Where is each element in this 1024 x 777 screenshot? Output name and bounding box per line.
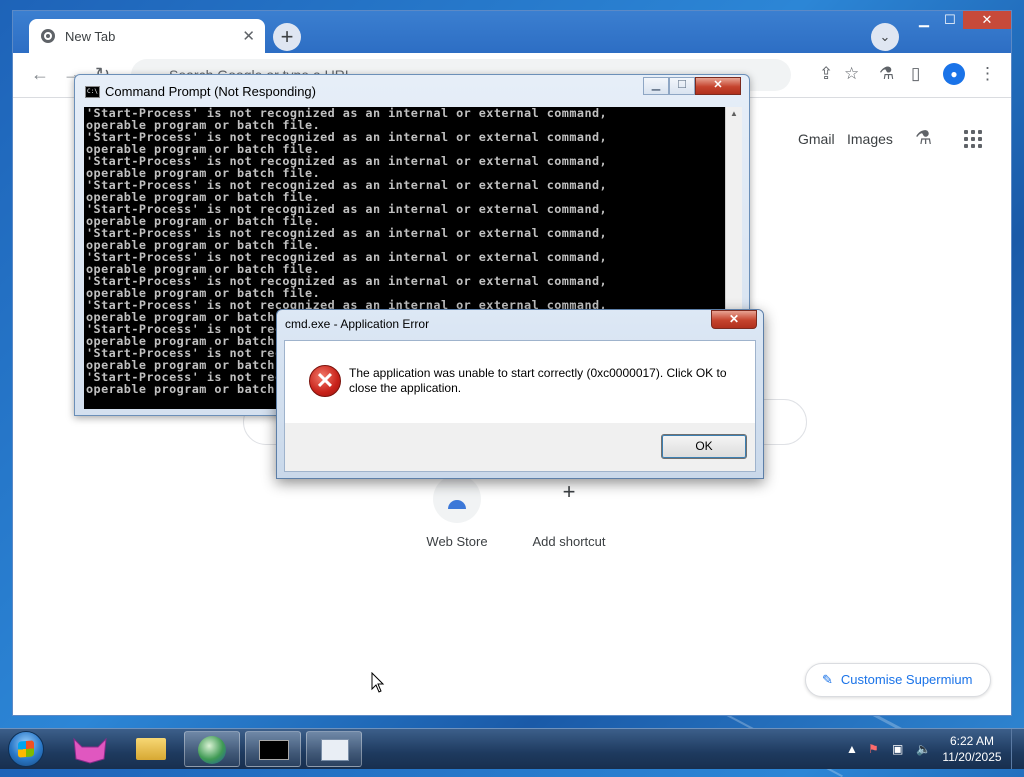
web-store-icon: [448, 499, 466, 509]
clock-date[interactable]: 11/20/2025: [932, 750, 1012, 764]
minimize-button[interactable]: ▁: [643, 77, 669, 95]
cmd-icon: C:\: [85, 86, 100, 98]
gmail-link[interactable]: Gmail: [798, 131, 835, 147]
error-dialog-title: cmd.exe - Application Error: [285, 317, 430, 331]
error-dialog-body: ✕ The application was unable to start co…: [284, 340, 756, 472]
menu-kebab-icon[interactable]: ⋮: [979, 64, 996, 84]
chrome-icon: [41, 29, 55, 43]
tray-expand-icon[interactable]: ▲: [846, 742, 858, 756]
cmd-window-title: Command Prompt (Not Responding): [105, 84, 316, 99]
network-icon[interactable]: ▣: [892, 742, 903, 756]
web-store-shortcut[interactable]: [433, 475, 481, 523]
cmd-icon: [259, 740, 289, 760]
tab-new-tab[interactable]: New Tab ✕: [29, 19, 265, 53]
tab-title: New Tab: [65, 28, 116, 44]
google-apps-icon[interactable]: [964, 130, 982, 148]
mouse-cursor-icon: [371, 672, 385, 693]
taskbar-item-explorer[interactable]: [123, 731, 179, 767]
show-desktop-button[interactable]: [1011, 729, 1024, 769]
taskbar-item-browser[interactable]: [184, 731, 240, 767]
close-button[interactable]: ✕: [695, 77, 741, 95]
labs-flask-icon[interactable]: ⚗: [879, 64, 894, 84]
error-dialog-footer: OK: [285, 423, 755, 471]
folder-icon: [136, 738, 166, 760]
bookmark-star-icon[interactable]: ☆: [844, 64, 859, 84]
volume-icon[interactable]: 🔈: [916, 742, 931, 756]
customise-label: Customise Supermium: [840, 672, 973, 687]
error-icon: ✕: [309, 365, 341, 397]
close-button[interactable]: ✕: [963, 11, 1011, 29]
images-link[interactable]: Images: [847, 131, 893, 147]
back-arrow-icon[interactable]: ←: [31, 64, 49, 85]
window-icon: [321, 739, 349, 761]
plus-icon: +: [562, 479, 576, 504]
ok-button[interactable]: OK: [661, 434, 747, 459]
minimize-button[interactable]: ▁: [911, 11, 937, 29]
clock-time[interactable]: 6:22 AM: [932, 734, 1012, 748]
new-tab-button[interactable]: +: [273, 23, 301, 51]
browser-globe-icon: [198, 736, 226, 764]
taskbar-item-error-dialog[interactable]: [306, 731, 362, 767]
app-cat-icon: [73, 737, 107, 764]
pencil-icon: ✎: [822, 672, 833, 687]
browser-window-controls: ▁ ☐ ✕: [911, 11, 1011, 31]
labs-flask-icon[interactable]: ⚗: [915, 127, 932, 150]
action-center-flag-icon[interactable]: ⚑: [868, 742, 879, 756]
taskbar-item-app[interactable]: [62, 731, 118, 767]
close-button[interactable]: ✕: [711, 310, 757, 329]
browser-titlebar: New Tab ✕ + ⌄ ▁ ☐ ✕: [13, 11, 1011, 53]
maximize-button[interactable]: ☐: [669, 77, 695, 95]
shortcut-label: Add shortcut: [532, 534, 606, 549]
customise-button[interactable]: ✎ Customise Supermium: [805, 663, 991, 697]
taskbar-item-cmd[interactable]: [245, 731, 301, 767]
start-button[interactable]: [8, 731, 44, 767]
application-error-dialog: cmd.exe - Application Error ✕ ✕ The appl…: [276, 309, 764, 479]
maximize-button[interactable]: ☐: [937, 11, 963, 29]
shortcut-label: Web Store: [426, 534, 488, 549]
scroll-up-arrow-icon[interactable]: ▲: [730, 109, 738, 118]
taskbar: ▲ ⚑ ▣ 🔈 6:22 AM 11/20/2025: [0, 728, 1024, 769]
close-icon[interactable]: ✕: [242, 27, 255, 45]
side-panel-icon[interactable]: ▯: [911, 64, 920, 84]
share-icon[interactable]: ⇪: [819, 64, 833, 84]
profile-avatar-icon[interactable]: ●: [943, 63, 965, 85]
error-message: The application was unable to start corr…: [349, 366, 727, 395]
tab-search-button[interactable]: ⌄: [871, 23, 899, 51]
